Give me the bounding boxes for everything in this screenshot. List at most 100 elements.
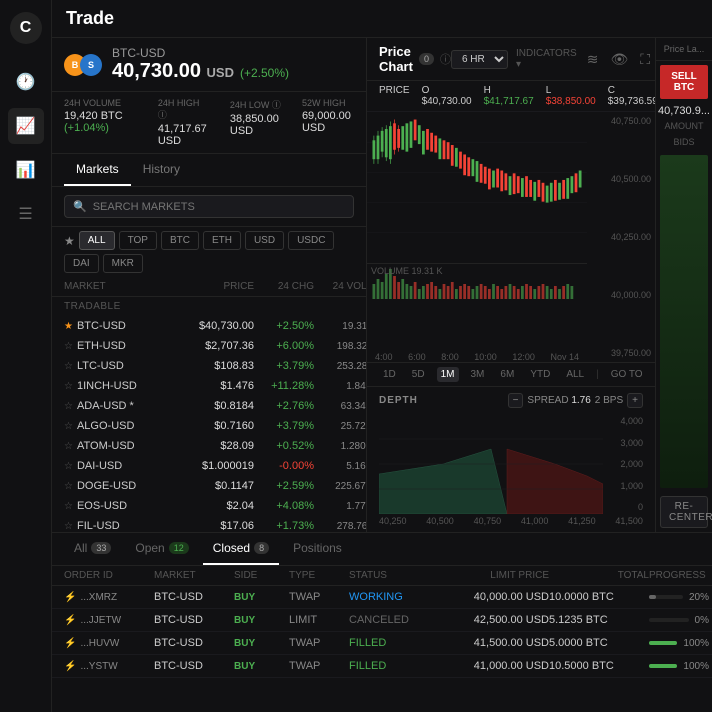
order-id: ⚡ ...HUVW <box>64 638 154 649</box>
indicators-select[interactable]: INDICATORS ▾ <box>516 48 577 70</box>
sell-price: 40,730.9... <box>656 103 712 119</box>
tab-all-orders[interactable]: All 33 <box>64 533 121 565</box>
bottom-tabs: All 33 Open 12 Closed 8 Positions <box>52 533 712 566</box>
stats-row: 24H VOLUME 19,420 BTC (+1.04%) 24H HIGH … <box>52 92 366 154</box>
order-limit-price: 42,500.00 USD <box>429 614 549 626</box>
chart-area: 40,750.00 40,500.00 40,250.00 40,000.00 … <box>367 112 655 362</box>
order-market: BTC-USD <box>154 660 234 672</box>
filter-dai[interactable]: DAI <box>64 254 99 273</box>
table-row[interactable]: ⚡ ...XMRZ BTC-USD BUY TWAP WORKING 40,00… <box>52 586 712 609</box>
time-6m[interactable]: 6M <box>496 367 518 382</box>
filter-usdc[interactable]: USDC <box>288 231 334 250</box>
center-panel: Price Chart 0 ⓘ 6 HR INDICATORS ▾ ≋ 👁 ⛶ … <box>367 38 656 532</box>
price-close: C $39,736.59 <box>608 85 656 107</box>
list-icon[interactable]: ☰ <box>8 196 44 232</box>
search-input[interactable] <box>93 201 345 213</box>
bar-chart-icon[interactable]: 📊 <box>8 152 44 188</box>
chart-info-icon: ⓘ <box>440 51 451 67</box>
orders-table: ORDER ID MARKET SIDE TYPE STATUS LIMIT P… <box>52 566 712 712</box>
plus-icon[interactable]: + <box>627 393 643 408</box>
list-item[interactable]: ☆ ETH-USD $2,707.36 +6.00% 198.32K <box>52 336 366 356</box>
all-badge: 33 <box>91 542 111 554</box>
time-1m[interactable]: 1M <box>437 367 459 382</box>
table-row[interactable]: ⚡ ...YSTW BTC-USD BUY TWAP FILLED 41,000… <box>52 655 712 678</box>
list-item[interactable]: ☆ EOS-USD $2.04 +4.08% 1.77M <box>52 496 366 516</box>
pair-name: BTC-USD <box>112 46 289 60</box>
orders-header: ORDER ID MARKET SIDE TYPE STATUS LIMIT P… <box>52 566 712 586</box>
search-icon: 🔍 <box>73 200 87 213</box>
instrument-icons: B S <box>64 54 102 76</box>
timeframe-select[interactable]: 6 HR <box>451 50 508 69</box>
list-item[interactable]: ☆ DAI-USD $1.000019 -0.00% 5.16M <box>52 456 366 476</box>
time-3m[interactable]: 3M <box>467 367 489 382</box>
time-ytd[interactable]: YTD <box>526 367 554 382</box>
tab-open-orders[interactable]: Open 12 <box>125 533 198 565</box>
order-side: BUY <box>234 592 289 603</box>
chart-header: Price Chart 0 ⓘ 6 HR INDICATORS ▾ ≋ 👁 ⛶ <box>367 38 655 81</box>
sell-btc-button[interactable]: SELL BTC <box>660 65 708 99</box>
order-progress: 100% <box>649 661 709 672</box>
depth-header: DEPTH − SPREAD 1.76 2 BPS + <box>379 393 643 408</box>
table-row[interactable]: ⚡ ...JJETW BTC-USD BUY LIMIT CANCELED 42… <box>52 609 712 632</box>
section-tradable: TRADABLE <box>52 297 366 316</box>
filter-top[interactable]: TOP <box>119 231 157 250</box>
price-open: O $40,730.00 <box>422 85 472 107</box>
list-item[interactable]: ☆ 1INCH-USD $1.476 +11.28% 1.84M <box>52 376 366 396</box>
filter-mkr[interactable]: MKR <box>103 254 143 273</box>
price-high: H $41,717.67 <box>484 85 534 107</box>
table-row[interactable]: ⚡ ...HUVW BTC-USD BUY TWAP FILLED 41,500… <box>52 632 712 655</box>
sidebar: C 🕐 📈 📊 ☰ <box>0 0 52 712</box>
list-item[interactable]: ☆ DOGE-USD $0.1147 +2.59% 225.67M <box>52 476 366 496</box>
recenter-button[interactable]: RE-CENTER <box>660 496 708 528</box>
order-limit-price: 41,500.00 USD <box>429 637 549 649</box>
tab-positions[interactable]: Positions <box>283 533 352 565</box>
closed-badge: 8 <box>254 542 269 554</box>
list-item[interactable]: ☆ ATOM-USD $28.09 +0.52% 1.280M <box>52 436 366 456</box>
logo-icon[interactable]: C <box>10 12 42 44</box>
filter-all[interactable]: ALL <box>79 231 115 250</box>
filter-row: ★ ALL TOP BTC ETH USD USDC DAI MKR <box>52 227 366 277</box>
right-panel-header: Price La... <box>656 38 712 61</box>
tab-history[interactable]: History <box>131 154 192 186</box>
star-filter-btn[interactable]: ★ <box>64 231 75 250</box>
time-all[interactable]: ALL <box>562 367 588 382</box>
depth-title: DEPTH <box>379 395 418 406</box>
time-1d[interactable]: 1D <box>379 367 400 382</box>
list-item[interactable]: ★ BTC-USD $40,730.00 +2.50% 19.31K <box>52 316 366 336</box>
compare-icon[interactable]: ≋ <box>585 49 601 70</box>
list-item[interactable]: ☆ FIL-USD $17.06 +1.73% 278.76K <box>52 516 366 532</box>
stat-52w-high: 52W HIGH 69,000.00 USD <box>302 98 354 147</box>
volume-area: VOLUME 19.31 K <box>367 263 587 302</box>
list-item[interactable]: ☆ ADA-USD * $0.8184 +2.76% 63.34M <box>52 396 366 416</box>
time-5d[interactable]: 5D <box>408 367 429 382</box>
clock-icon[interactable]: 🕐 <box>8 64 44 100</box>
main-area: Trade B S BTC-USD 40,730.00 USD (+2.50%) <box>52 0 712 712</box>
list-item[interactable]: ☆ LTC-USD $108.83 +3.79% 253.28K <box>52 356 366 376</box>
order-total: 10.5000 BTC <box>549 660 649 672</box>
instrument-price: 40,730.00 USD <box>112 60 234 83</box>
list-item[interactable]: ☆ ALGO-USD $0.7160 +3.79% 25.72M <box>52 416 366 436</box>
stat-24h-low: 24H LOW ⓘ 38,850.00 USD <box>230 98 282 147</box>
stat-24h-high: 24H HIGH ⓘ 41,717.67 USD <box>158 98 210 147</box>
depth-section: DEPTH − SPREAD 1.76 2 BPS + 4,000 3,000 … <box>367 386 655 532</box>
minus-icon[interactable]: − <box>508 393 524 408</box>
filter-eth[interactable]: ETH <box>203 231 241 250</box>
filter-usd[interactable]: USD <box>245 231 284 250</box>
expand-icon[interactable]: ⛶ <box>638 49 652 70</box>
instrument-change: (+2.50%) <box>240 66 289 80</box>
tab-closed-orders[interactable]: Closed 8 <box>203 533 279 565</box>
depth-chart-area: 4,000 3,000 2,000 1,000 0 <box>379 414 643 514</box>
search-wrap: 🔍 <box>64 195 354 218</box>
tab-markets[interactable]: Markets <box>64 154 131 186</box>
chart-badge: 0 <box>419 53 434 65</box>
right-panel: Price La... SELL BTC 40,730.9... AMOUNT … <box>656 38 712 532</box>
filter-btc[interactable]: BTC <box>161 231 199 250</box>
goto-btn[interactable]: GO TO <box>611 369 643 380</box>
order-total: 5.1235 BTC <box>549 614 649 626</box>
chart-line-icon[interactable]: 📈 <box>8 108 44 144</box>
candlestick-chart <box>367 112 587 263</box>
price-low: L $38,850.00 <box>546 85 596 107</box>
markets-tabs: Markets History <box>52 154 366 187</box>
instrument-info: BTC-USD 40,730.00 USD (+2.50%) <box>112 46 289 83</box>
eye-icon[interactable]: 👁 <box>608 49 630 70</box>
